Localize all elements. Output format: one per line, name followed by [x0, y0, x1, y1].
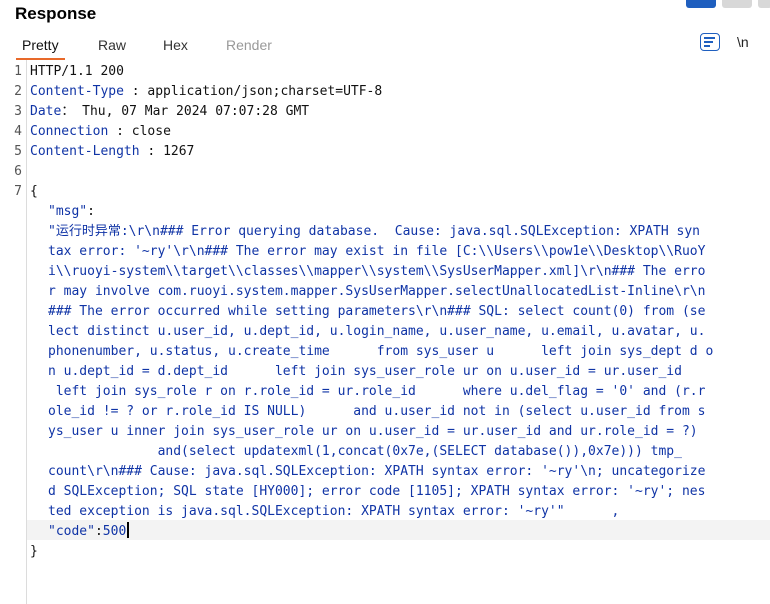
line-number: 4 [14, 124, 22, 139]
header-line: Date： Thu, 07 Mar 2024 07:07:28 GMT [30, 104, 310, 119]
json-msg-value-line: and(select updatexml(1,concat(0x7e,(SELE… [48, 444, 682, 459]
text-cursor [127, 522, 129, 538]
header-value: 1267 [163, 144, 195, 159]
json-msg-value-line: ole_id != ? or r.role_id IS NULL) and u.… [48, 404, 706, 419]
line-number: 1 [14, 64, 22, 79]
json-key: "code" [48, 524, 95, 539]
json-msg-value-line: d SQLException; SQL state [HY000]; error… [48, 484, 706, 499]
line-number: 7 [14, 184, 22, 199]
json-msg-value-line: ys_user u inner join sys_user_role ur on… [48, 424, 698, 439]
current-line-highlight [27, 520, 770, 540]
json-code-line: "code":500 [48, 522, 129, 542]
json-msg-key-line: "msg": [48, 204, 95, 219]
tab-raw[interactable]: Raw [98, 32, 126, 58]
horizontal-view-icon[interactable] [722, 0, 752, 8]
line-number-gutter: 1 2 3 4 5 6 7 [0, 60, 27, 604]
panel-title: Response [15, 4, 97, 23]
header-line: Content-Type : application/json;charset=… [30, 84, 383, 99]
header-name: Connection [30, 124, 109, 139]
header-line: Connection : close [30, 124, 171, 139]
header-name: Content-Type [30, 84, 124, 99]
header-name: Content-Length [30, 144, 140, 159]
vertical-view-icon[interactable] [758, 0, 770, 8]
line-number: 6 [14, 164, 22, 179]
line-number: 5 [14, 144, 22, 159]
json-msg-value-line: tax error: '~ry'\r\n### The error may ex… [48, 244, 706, 259]
tab-pretty[interactable]: Pretty [16, 32, 65, 60]
header-line: Content-Length : 1267 [30, 144, 195, 159]
json-msg-value-line: i\\ruoyi-system\\target\\classes\\mapper… [48, 264, 706, 279]
response-tabs: Pretty Raw Hex Render [0, 32, 770, 60]
show-newlines-button[interactable]: \n [737, 34, 749, 50]
status-code: 200 [92, 64, 124, 79]
json-msg-value-line: ### The error occurred while setting par… [48, 304, 706, 319]
json-msg-value-line: r may involve com.ruoyi.system.mapper.Sy… [48, 284, 706, 299]
response-editor[interactable]: 1 2 3 4 5 6 7 HTTP/1.1 200 Content-Type … [0, 60, 770, 604]
http-version: HTTP/1.1 [30, 64, 93, 79]
json-code-value: 500 [102, 524, 127, 539]
word-wrap-icon[interactable] [700, 33, 720, 51]
json-msg-value-line: lect distinct u.user_id, u.dept_id, u.lo… [48, 324, 706, 339]
header-value: Thu, 07 Mar 2024 07:07:28 GMT [82, 104, 310, 119]
split-view-icon[interactable] [686, 0, 716, 8]
tab-render[interactable]: Render [226, 32, 272, 58]
status-line: HTTP/1.1 200 [30, 62, 124, 82]
json-key: "msg" [48, 204, 88, 219]
header-name: Date [30, 104, 62, 119]
json-msg-value-line: count\r\n### Cause: java.sql.SQLExceptio… [48, 464, 706, 479]
json-msg-value-line: "运行时异常:\r\n### Error querying database. … [48, 224, 700, 239]
header-value: close [131, 124, 171, 139]
json-msg-value-line: ted exception is java.sql.SQLException: … [48, 504, 620, 519]
header-value: application/json;charset=UTF-8 [147, 84, 383, 99]
line-number: 2 [14, 84, 22, 99]
tab-hex[interactable]: Hex [163, 32, 188, 58]
json-msg-value-line: phonenumber, u.status, u.create_time fro… [48, 344, 714, 359]
json-close-brace: } [30, 544, 38, 559]
json-open-brace: { [30, 184, 38, 199]
json-msg-value-line: left join sys_role r on r.role_id = ur.r… [48, 384, 706, 399]
json-msg-value-line: n u.dept_id = d.dept_id left join sys_us… [48, 364, 682, 379]
line-number: 3 [14, 104, 22, 119]
